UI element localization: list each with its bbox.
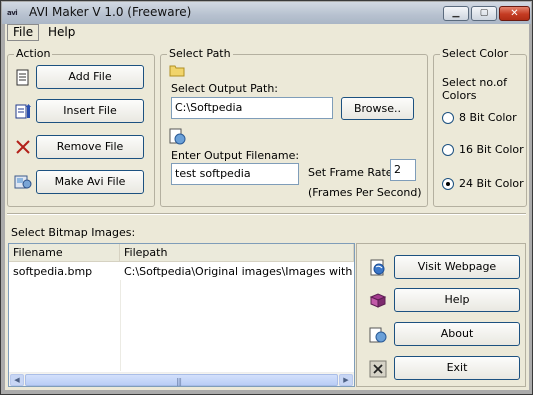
filename-label: Enter Output Filename: bbox=[171, 149, 300, 162]
color-prompt-line1: Select no.of bbox=[442, 76, 508, 89]
select-color-group: Select Color Select no.of Colors 8 Bit C… bbox=[433, 48, 527, 207]
maximize-button[interactable]: ▢ bbox=[471, 6, 497, 21]
web-icon bbox=[369, 259, 387, 277]
remove-icon bbox=[14, 138, 32, 156]
document-icon bbox=[14, 69, 32, 87]
window-title: AVI Maker V 1.0 (Freeware) bbox=[29, 5, 192, 19]
radio-24-bit-label[interactable]: 24 Bit Color bbox=[459, 177, 524, 190]
list-item-filepath: C:\Softpedia\Original images\Images with… bbox=[124, 265, 354, 278]
frame-rate-input[interactable]: 2 bbox=[390, 159, 416, 181]
output-path-label: Select Output Path: bbox=[171, 82, 279, 95]
column-filepath[interactable]: Filepath bbox=[120, 244, 354, 262]
select-path-group: Select Path Select Output Path: C:\Softp… bbox=[160, 48, 428, 207]
side-button-panel: Visit Webpage Help About Exit bbox=[356, 243, 526, 387]
grip-icon: ||| bbox=[176, 377, 182, 386]
app-window: avi AVI Maker V 1.0 (Freeware) ▁ ▢ ✕ Fil… bbox=[0, 0, 533, 395]
insert-icon bbox=[14, 103, 32, 121]
insert-file-button[interactable]: Insert File bbox=[36, 99, 144, 123]
menu-file[interactable]: File bbox=[7, 24, 40, 41]
about-icon bbox=[369, 326, 387, 344]
action-group-title: Action bbox=[14, 47, 53, 60]
remove-file-button[interactable]: Remove File bbox=[36, 135, 144, 159]
make-avi-file-button[interactable]: Make Avi File bbox=[36, 170, 144, 194]
help-book-icon bbox=[369, 292, 387, 310]
add-file-label: Add File bbox=[68, 70, 112, 83]
radio-8-bit[interactable] bbox=[442, 112, 454, 124]
list-item-filename: softpedia.bmp bbox=[13, 265, 93, 278]
file-globe-icon bbox=[169, 128, 186, 145]
exit-button[interactable]: Exit bbox=[394, 356, 520, 380]
add-file-button[interactable]: Add File bbox=[36, 65, 144, 89]
frame-rate-label: Set Frame Rate: bbox=[308, 166, 397, 179]
remove-file-label: Remove File bbox=[56, 140, 124, 153]
radio-24-bit[interactable] bbox=[442, 178, 454, 190]
radio-16-bit[interactable] bbox=[442, 144, 454, 156]
list-item[interactable]: softpedia.bmp C:\Softpedia\Original imag… bbox=[9, 263, 354, 280]
column-gridline bbox=[120, 280, 121, 371]
close-button[interactable]: ✕ bbox=[499, 6, 530, 21]
about-button[interactable]: About bbox=[394, 322, 520, 346]
folder-icon bbox=[169, 63, 185, 77]
output-path-input[interactable]: C:\Softpedia bbox=[171, 97, 333, 119]
list-header: Filename Filepath bbox=[9, 244, 354, 262]
app-icon: avi bbox=[7, 9, 18, 17]
color-prompt-line2: Colors bbox=[442, 89, 477, 102]
menu-help[interactable]: Help bbox=[43, 24, 80, 41]
scroll-right-icon[interactable]: ▶ bbox=[339, 374, 353, 386]
minimize-button[interactable]: ▁ bbox=[443, 6, 469, 21]
insert-file-label: Insert File bbox=[63, 104, 117, 117]
section-divider bbox=[7, 213, 526, 215]
help-label: Help bbox=[444, 293, 470, 306]
radio-8-bit-label[interactable]: 8 Bit Color bbox=[459, 111, 517, 124]
frame-rate-unit: (Frames Per Second) bbox=[308, 186, 422, 199]
column-filename[interactable]: Filename bbox=[9, 244, 120, 262]
bitmap-list[interactable]: Filename Filepath softpedia.bmp C:\Softp… bbox=[8, 243, 355, 387]
exit-icon bbox=[369, 360, 387, 378]
title-bar[interactable]: avi AVI Maker V 1.0 (Freeware) ▁ ▢ ✕ bbox=[2, 2, 531, 24]
output-filename-input[interactable]: test softpedia bbox=[171, 163, 299, 185]
visit-webpage-label: Visit Webpage bbox=[417, 260, 497, 273]
horizontal-scrollbar[interactable]: ◀ ||| ▶ bbox=[9, 372, 354, 386]
action-group: Action Add File Insert File Remove File … bbox=[7, 48, 155, 207]
exit-label: Exit bbox=[446, 361, 468, 374]
select-color-title: Select Color bbox=[440, 47, 511, 60]
radio-16-bit-label[interactable]: 16 Bit Color bbox=[459, 143, 524, 156]
visit-webpage-button[interactable]: Visit Webpage bbox=[394, 255, 520, 279]
client-area: File Help Action Add File Insert File Re… bbox=[5, 24, 529, 390]
film-icon bbox=[14, 173, 32, 191]
menu-bar: File Help bbox=[5, 24, 529, 42]
make-avi-file-label: Make Avi File bbox=[54, 175, 126, 188]
help-button[interactable]: Help bbox=[394, 288, 520, 312]
scroll-thumb[interactable]: ||| bbox=[25, 374, 338, 386]
browse-button[interactable]: Browse.. bbox=[341, 97, 414, 120]
select-path-title: Select Path bbox=[167, 47, 233, 60]
scroll-left-icon[interactable]: ◀ bbox=[10, 374, 24, 386]
about-label: About bbox=[440, 327, 474, 340]
browse-label: Browse.. bbox=[353, 102, 402, 115]
bitmap-section-label: Select Bitmap Images: bbox=[11, 226, 136, 239]
